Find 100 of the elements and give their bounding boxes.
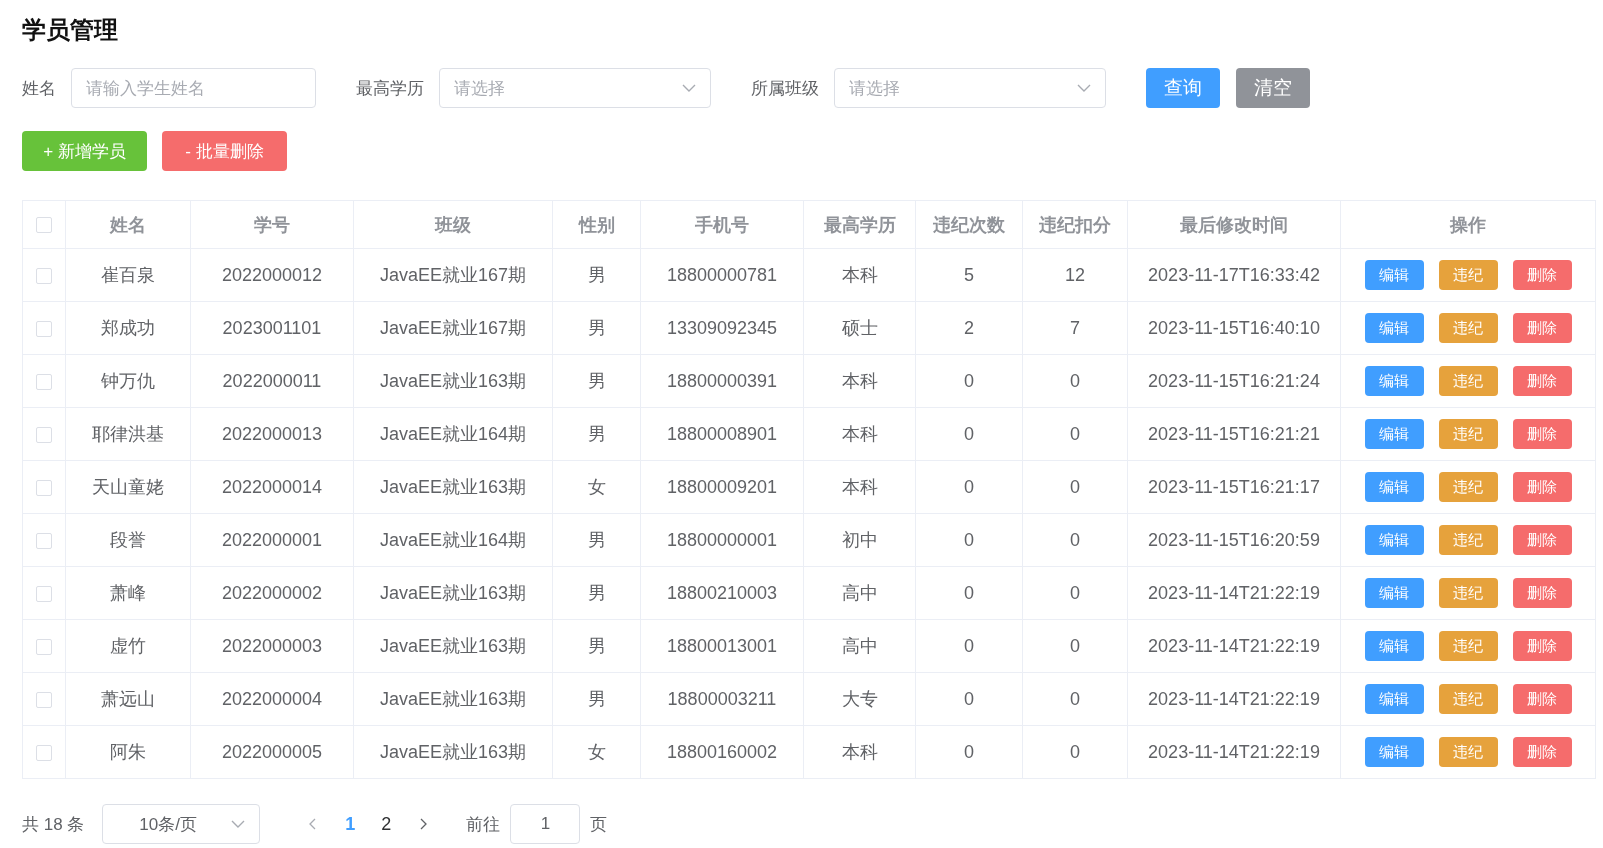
table-cell: 男 [552, 672, 641, 726]
delete-button[interactable]: 删除 [1512, 313, 1572, 343]
column-header: 姓名 [65, 200, 191, 249]
field-label: 最高学历 [356, 77, 424, 100]
table-cell: 0 [1022, 460, 1128, 514]
checkbox[interactable] [36, 744, 52, 761]
discipline-button[interactable]: 违纪 [1438, 578, 1498, 608]
delete-button[interactable]: 删除 [1512, 366, 1572, 396]
discipline-button[interactable]: 违纪 [1438, 525, 1498, 555]
table-cell: 18800000781 [640, 248, 804, 302]
table-cell: 18800013001 [640, 619, 804, 673]
checkbox[interactable] [36, 479, 52, 496]
table-cell: 男 [552, 566, 641, 620]
table-cell: 2023-11-14T21:22:19 [1127, 672, 1341, 726]
select-field[interactable]: 请选择 [439, 68, 711, 108]
discipline-button[interactable]: 违纪 [1438, 260, 1498, 290]
page-input-field[interactable]: 1 [510, 804, 581, 844]
table-cell: JavaEE就业163期 [353, 354, 553, 408]
table-cell: 2022000004 [190, 672, 354, 726]
checkbox[interactable] [36, 638, 52, 655]
table-cell: 本科 [803, 407, 916, 461]
table-cell: 男 [552, 513, 641, 567]
checkbox[interactable] [36, 217, 52, 234]
edit-button[interactable]: 编辑 [1364, 578, 1424, 608]
table-cell: 2022000012 [190, 248, 354, 302]
checkbox[interactable] [36, 691, 52, 708]
column-header: 最高学历 [803, 200, 916, 249]
table-cell: 男 [552, 301, 641, 355]
discipline-button[interactable]: 违纪 [1438, 684, 1498, 714]
edit-button[interactable]: 编辑 [1364, 737, 1424, 767]
clear-button[interactable]: 清空 [1236, 68, 1310, 108]
discipline-button[interactable]: 违纪 [1438, 366, 1498, 396]
edit-button[interactable]: 编辑 [1364, 684, 1424, 714]
column-header: 违纪扣分 [1022, 200, 1128, 249]
page-button[interactable]: 2 [368, 813, 405, 835]
table-cell: 女 [552, 460, 641, 514]
chevron-right-icon[interactable] [418, 818, 429, 830]
table-cell: JavaEE就业163期 [353, 725, 553, 779]
table-cell: 段誉 [65, 513, 191, 567]
edit-button[interactable]: 编辑 [1364, 419, 1424, 449]
delete-button[interactable]: 删除 [1512, 631, 1572, 661]
table-cell: 2023-11-14T21:22:19 [1127, 566, 1341, 620]
page-button[interactable]: 1 [332, 813, 369, 835]
table-cell: 2022000001 [190, 513, 354, 567]
edit-button[interactable]: 编辑 [1364, 631, 1424, 661]
page-suffix: 页 [590, 813, 608, 836]
delete-button[interactable]: 删除 [1512, 684, 1572, 714]
table-cell: 13309092345 [640, 301, 804, 355]
select-field[interactable]: 请选择 [834, 68, 1106, 108]
table-cell: 虚竹 [65, 619, 191, 673]
discipline-button[interactable]: 违纪 [1438, 419, 1498, 449]
edit-button[interactable]: 编辑 [1364, 472, 1424, 502]
table-cell: JavaEE就业164期 [353, 513, 553, 567]
discipline-button[interactable]: 违纪 [1438, 313, 1498, 343]
table-cell: 硕士 [803, 301, 916, 355]
table-cell: 本科 [803, 248, 916, 302]
table-cell: 崔百泉 [65, 248, 191, 302]
delete-button[interactable]: 删除 [1512, 419, 1572, 449]
edit-button[interactable]: 编辑 [1364, 313, 1424, 343]
name-input-field[interactable]: 请输入学生姓名 [71, 68, 316, 108]
edit-button[interactable]: 编辑 [1364, 366, 1424, 396]
edit-button[interactable]: 编辑 [1364, 260, 1424, 290]
delete-button[interactable]: 删除 [1512, 737, 1572, 767]
checkbox[interactable] [36, 373, 52, 390]
column-header: 违纪次数 [915, 200, 1023, 249]
table-cell: 18800210003 [640, 566, 804, 620]
table-cell: 2022000005 [190, 725, 354, 779]
table-cell: 18800000001 [640, 513, 804, 567]
chevron-down-icon [231, 820, 246, 828]
discipline-button[interactable]: 违纪 [1438, 737, 1498, 767]
table-cell: JavaEE就业167期 [353, 248, 553, 302]
delete-button[interactable]: 删除 [1512, 525, 1572, 555]
delete-button[interactable]: 删除 [1512, 472, 1572, 502]
checkbox[interactable] [36, 426, 52, 443]
page-title: 学员管理 [22, 15, 119, 45]
table-cell: 18800009201 [640, 460, 804, 514]
checkbox[interactable] [36, 320, 52, 337]
checkbox[interactable] [36, 532, 52, 549]
batch-delete-button[interactable]: - 批量删除 [162, 131, 287, 171]
edit-button[interactable]: 编辑 [1364, 525, 1424, 555]
discipline-button[interactable]: 违纪 [1438, 472, 1498, 502]
table-cell: JavaEE就业163期 [353, 460, 553, 514]
table-cell: 2022000002 [190, 566, 354, 620]
table-cell: JavaEE就业163期 [353, 672, 553, 726]
discipline-button[interactable]: 违纪 [1438, 631, 1498, 661]
table-cell: 0 [1022, 566, 1128, 620]
table-cell: 0 [915, 672, 1023, 726]
table-cell: 0 [1022, 407, 1128, 461]
table-cell: 0 [1022, 513, 1128, 567]
table-cell: 男 [552, 248, 641, 302]
page-size-select[interactable]: 10条/页 [102, 804, 261, 844]
table-cell: 12 [1022, 248, 1128, 302]
checkbox[interactable] [36, 585, 52, 602]
add-student-button[interactable]: + 新增学员 [22, 131, 147, 171]
search-button[interactable]: 查询 [1146, 68, 1220, 108]
column-header: 性别 [552, 200, 641, 249]
delete-button[interactable]: 删除 [1512, 578, 1572, 608]
checkbox[interactable] [36, 267, 52, 284]
delete-button[interactable]: 删除 [1512, 260, 1572, 290]
table-cell: JavaEE就业167期 [353, 301, 553, 355]
